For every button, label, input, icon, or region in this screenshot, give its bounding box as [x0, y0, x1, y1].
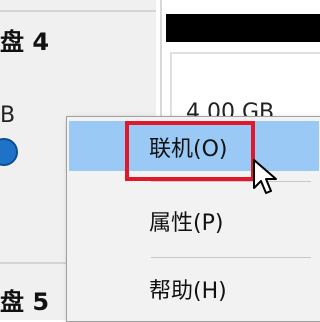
disk-4-label[interactable]: 盘 4 — [0, 22, 49, 57]
disk-4-size: B — [0, 103, 16, 128]
online-status-icon — [0, 138, 18, 166]
menu-separator — [151, 181, 311, 182]
context-menu: 联机(O) 属性(P) 帮助(H) — [66, 116, 320, 322]
menu-item-properties[interactable]: 属性(P) — [69, 195, 319, 245]
menu-item-online[interactable]: 联机(O) — [69, 121, 319, 171]
menu-item-help-label: 帮助(H) — [149, 279, 227, 304]
menu-item-online-label: 联机(O) — [149, 137, 228, 162]
menu-item-properties-label: 属性(P) — [149, 211, 224, 236]
menu-separator — [151, 257, 311, 258]
disk-5-label[interactable]: 盘 5 — [0, 282, 49, 317]
unallocated-bar[interactable] — [166, 14, 320, 42]
disk-divider — [0, 10, 156, 12]
menu-item-help[interactable]: 帮助(H) — [69, 263, 319, 313]
